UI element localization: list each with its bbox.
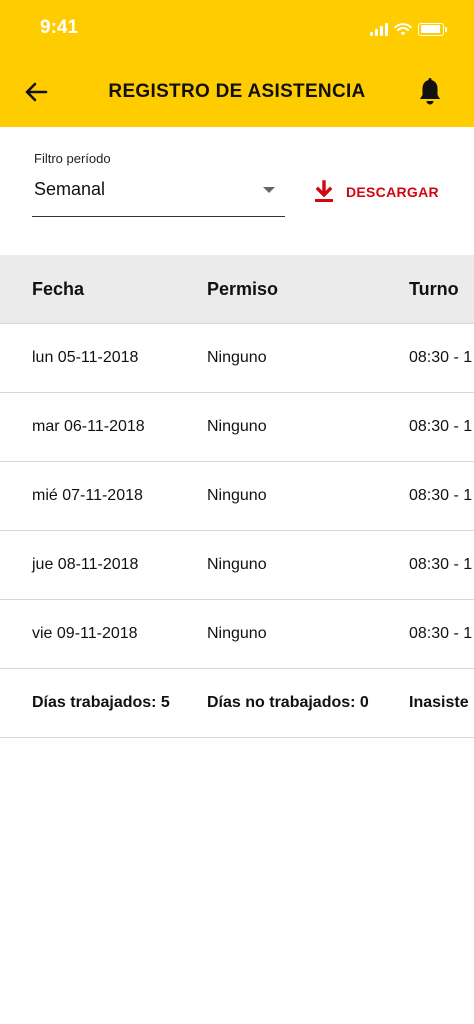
table-row[interactable]: vie 09-11-2018 Ninguno 08:30 - 1 bbox=[0, 600, 474, 669]
status-time: 9:41 bbox=[40, 17, 79, 38]
table-row[interactable]: mié 07-11-2018 Ninguno 08:30 - 1 bbox=[0, 462, 474, 531]
summary-row: Días trabajados: 5 Días no trabajados: 0… bbox=[0, 669, 474, 738]
cell-fecha: vie 09-11-2018 bbox=[32, 625, 138, 642]
status-bar: 9:41 bbox=[0, 0, 474, 60]
status-icons bbox=[370, 22, 447, 36]
download-icon bbox=[315, 180, 333, 202]
attendance-table: Fecha Permiso Turno lun 05-11-2018 Ningu… bbox=[0, 255, 474, 738]
period-select[interactable]: Semanal bbox=[32, 170, 285, 217]
cell-fecha: lun 05-11-2018 bbox=[32, 349, 139, 366]
download-label: DESCARGAR bbox=[346, 184, 439, 200]
cell-turno: 08:30 - 1 bbox=[409, 625, 473, 642]
cell-permiso: Ninguno bbox=[207, 349, 267, 366]
wifi-icon bbox=[394, 22, 412, 35]
column-header-permiso: Permiso bbox=[207, 279, 279, 299]
cell-permiso: Ninguno bbox=[207, 418, 267, 435]
table-row[interactable]: jue 08-11-2018 Ninguno 08:30 - 1 bbox=[0, 531, 474, 600]
period-select-value: Semanal bbox=[34, 179, 106, 199]
summary-not-worked-days: Días no trabajados: 0 bbox=[207, 694, 369, 711]
table-row[interactable]: lun 05-11-2018 Ninguno 08:30 - 1 bbox=[0, 324, 474, 393]
signal-icon bbox=[370, 22, 388, 36]
summary-worked-days: Días trabajados: 5 bbox=[32, 694, 170, 711]
cell-permiso: Ninguno bbox=[207, 487, 267, 504]
cell-fecha: jue 08-11-2018 bbox=[32, 556, 139, 573]
filter-label: Filtro período bbox=[34, 151, 111, 166]
app-header: 9:41 REGISTRO DE ASISTENCIA bbox=[0, 0, 474, 127]
summary-absences: Inasiste bbox=[409, 694, 469, 711]
battery-icon bbox=[418, 22, 447, 36]
column-header-turno: Turno bbox=[409, 279, 459, 299]
table-header: Fecha Permiso Turno bbox=[0, 255, 474, 324]
bell-icon[interactable] bbox=[416, 77, 444, 107]
cell-turno: 08:30 - 1 bbox=[409, 487, 473, 504]
page-title: REGISTRO DE ASISTENCIA bbox=[108, 81, 366, 102]
cell-turno: 08:30 - 1 bbox=[409, 556, 473, 573]
cell-permiso: Ninguno bbox=[207, 556, 267, 573]
cell-fecha: mié 07-11-2018 bbox=[32, 487, 143, 504]
column-header-fecha: Fecha bbox=[32, 279, 85, 299]
cell-turno: 08:30 - 1 bbox=[409, 349, 473, 366]
cell-turno: 08:30 - 1 bbox=[409, 418, 473, 435]
cell-fecha: mar 06-11-2018 bbox=[32, 418, 145, 435]
chevron-down-icon bbox=[263, 187, 275, 193]
download-button[interactable]: DESCARGAR bbox=[314, 180, 439, 204]
cell-permiso: Ninguno bbox=[207, 625, 267, 642]
table-row[interactable]: mar 06-11-2018 Ninguno 08:30 - 1 bbox=[0, 393, 474, 462]
